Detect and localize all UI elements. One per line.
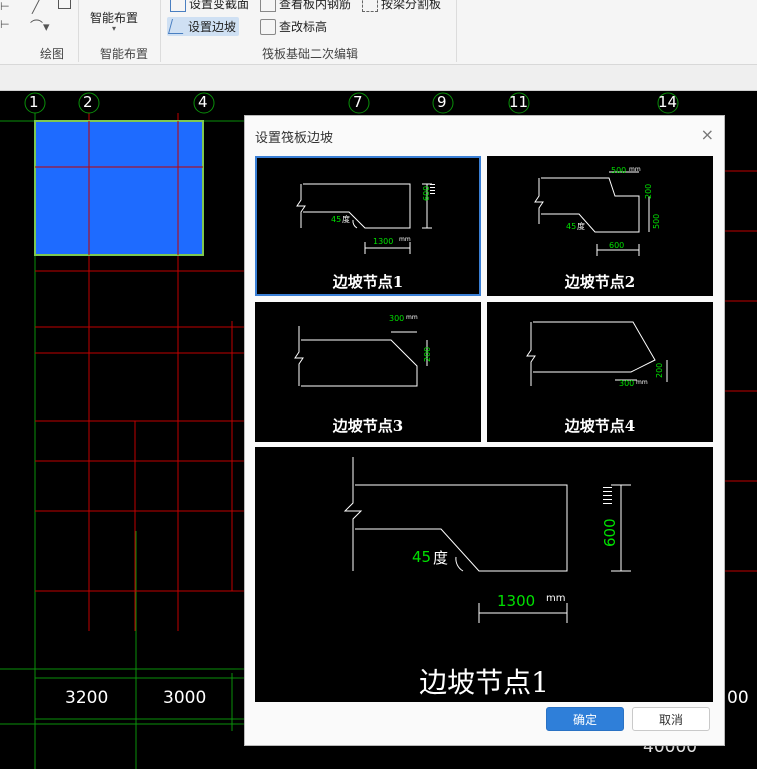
- edit-elevation-button[interactable]: 查改标高: [260, 18, 327, 35]
- group-label-smart: 智能布置: [100, 47, 149, 61]
- axis-label-1: 1: [29, 93, 39, 111]
- slope-node-1-angle-unit: 度: [342, 215, 350, 224]
- edge-tool-icon-2[interactable]: ⊢: [0, 18, 10, 31]
- slope-node-2-top: 500: [611, 166, 627, 175]
- arc-tool-icon[interactable]: ⌒▾: [30, 16, 50, 35]
- edit-elevation-label: 查改标高: [279, 20, 328, 34]
- slope-preview: 45 度 600 1300 mm 边坡节点1: [255, 447, 713, 702]
- axis-label-11: 11: [509, 93, 529, 111]
- group-label-raft-edit: 筏板基础二次编辑: [262, 47, 359, 61]
- view-slab-rebar-label: 查看板内钢筋: [279, 0, 352, 11]
- slope-node-4-height: 200: [655, 362, 664, 378]
- slope-node-3-width: 300: [389, 314, 405, 323]
- axis-label-7: 7: [353, 93, 363, 111]
- dialog-title: 设置筏板边坡: [255, 131, 334, 146]
- ribbon: ╱ ⌒▾ ⊢ ⊢ 智能布置 ▾ 设置变截面 查看板内钢筋 按梁分割板 设置边坡 …: [0, 0, 757, 65]
- preview-height: 600: [601, 518, 619, 547]
- slope-node-1-unit: mm: [399, 236, 411, 243]
- slope-node-3-unit: mm: [406, 314, 418, 321]
- axis-label-9: 9: [437, 93, 447, 111]
- toolbar-strip: [0, 65, 757, 91]
- slope-node-2-a: 200: [644, 183, 653, 199]
- slope-node-2-unit: mm: [629, 166, 641, 173]
- slope-node-4-unit: mm: [636, 379, 648, 386]
- dim-3200: 3200: [65, 688, 109, 708]
- slope-node-1-label: 边坡节点1: [332, 273, 404, 291]
- preview-label: 边坡节点1: [419, 666, 549, 699]
- set-variable-section-button[interactable]: 设置变截面: [170, 0, 249, 12]
- set-raft-slope-dialog: 设置筏板边坡 × 45 度 600 1300 mm 边坡节点1 500 200 …: [244, 115, 725, 746]
- slope-node-4-width: 300: [619, 379, 635, 388]
- slope-node-2-option[interactable]: 500 200 500 45 度 600 mm 边坡节点2: [487, 156, 713, 296]
- slope-node-3-label: 边坡节点3: [332, 417, 404, 435]
- preview-angle-unit: 度: [433, 549, 449, 567]
- ok-button[interactable]: 确定: [546, 707, 624, 731]
- close-icon[interactable]: ×: [701, 125, 714, 144]
- elevation-icon: [260, 18, 276, 35]
- split-by-beam-button[interactable]: 按梁分割板: [362, 0, 441, 12]
- chevron-down-icon: ▾: [112, 24, 117, 33]
- dim-3000: 3000: [163, 688, 207, 708]
- slope-node-2-angle: 45: [566, 222, 577, 231]
- slope-node-1-option[interactable]: 45 度 600 1300 mm 边坡节点1: [255, 156, 481, 296]
- view-slab-rebar-button[interactable]: 查看板内钢筋: [260, 0, 351, 12]
- axis-label-4: 4: [198, 93, 208, 111]
- set-slope-button[interactable]: 设置边坡: [167, 17, 240, 36]
- slope-node-2-angle-unit: 度: [577, 222, 585, 231]
- slope-icon: [167, 19, 188, 34]
- preview-unit: mm: [546, 593, 566, 604]
- split-by-beam-label: 按梁分割板: [381, 0, 442, 11]
- slope-node-3-height: 200: [423, 346, 432, 362]
- slope-node-1-angle: 45: [331, 215, 342, 224]
- cancel-button[interactable]: 取消: [632, 707, 710, 731]
- axis-label-14: 14: [658, 93, 678, 111]
- dim-00: 00: [727, 688, 749, 708]
- slope-node-1-width: 1300: [373, 237, 394, 246]
- slope-node-2-b: 500: [652, 213, 661, 229]
- split-icon: [362, 0, 378, 12]
- edge-tool-icon[interactable]: ⊢: [0, 0, 10, 13]
- rectangle-tool-icon[interactable]: [58, 0, 71, 9]
- preview-width: 1300: [497, 592, 536, 610]
- slope-node-2-width: 600: [609, 241, 625, 250]
- slope-node-4-label: 边坡节点4: [564, 417, 636, 435]
- variable-section-icon: [170, 0, 186, 12]
- slope-node-4-option[interactable]: 300 mm 200 边坡节点4: [487, 302, 713, 442]
- smart-layout-button[interactable]: 智能布置 ▾: [88, 0, 146, 40]
- slope-node-3-option[interactable]: 300 mm 200 边坡节点3: [255, 302, 481, 442]
- rebar-icon: [260, 0, 276, 12]
- slope-node-2-label: 边坡节点2: [564, 273, 636, 291]
- set-slope-label: 设置边坡: [188, 20, 237, 34]
- preview-angle: 45: [412, 548, 432, 566]
- group-label-draw: 绘图: [40, 47, 65, 61]
- set-variable-section-label: 设置变截面: [189, 0, 250, 11]
- line-tool-icon[interactable]: ╱: [32, 0, 39, 14]
- slope-node-1-height: 600: [422, 185, 431, 201]
- axis-label-2: 2: [83, 93, 93, 111]
